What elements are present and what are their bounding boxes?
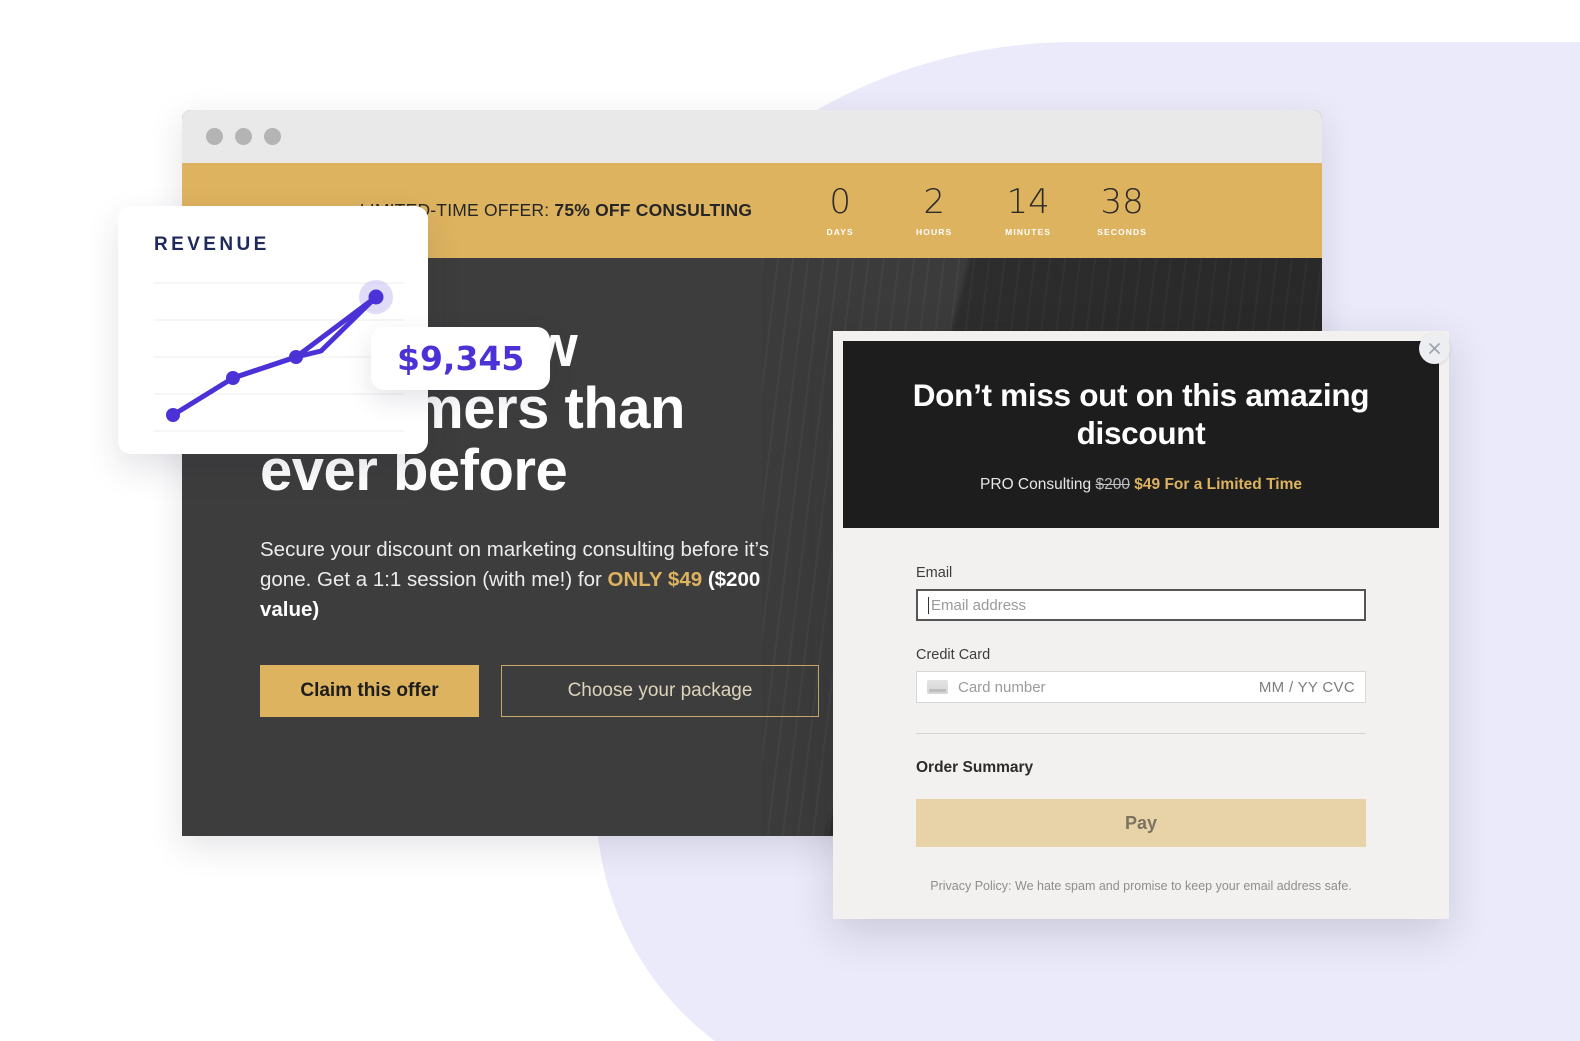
chart-point-4 [368,289,384,305]
page-root: LIMITED-TIME OFFER: 75% OFF CONSULTING 0… [0,0,1580,1041]
modal-old-price: $200 [1095,475,1130,493]
countdown-unit-days: 0 DAYS [818,185,862,237]
countdown-hours-value: 2 [923,181,945,222]
claim-offer-button[interactable]: Claim this offer [260,665,479,717]
order-summary-label: Order Summary [916,759,1034,776]
modal-new-price: $49 For a Limited Time [1134,475,1302,493]
card-number-placeholder: Card number [958,678,1046,696]
card-number-group: Card number [927,679,1046,696]
chart-point-1 [166,408,180,422]
modal-product-name: PRO Consulting [980,475,1096,493]
countdown-timer: 0 DAYS 2 HOURS 14 MINUTES 38 SECONDS [818,181,1148,237]
email-field-label: Email [916,565,953,581]
discount-modal: Don’t miss out on this amazing discount … [833,331,1450,919]
countdown-seconds-label: SECONDS [1097,226,1148,237]
pay-button[interactable]: Pay [916,799,1366,847]
countdown-days-label: DAYS [826,226,854,237]
hero-cta-row: Claim this offer Choose your package [260,665,822,717]
countdown-unit-hours: 2 HOURS [912,185,956,237]
form-divider [916,733,1366,734]
modal-header: Don’t miss out on this amazing discount … [843,333,1450,528]
hero-subheadline: Secure your discount on marketing consul… [260,535,805,625]
privacy-policy-text: Privacy Policy: We hate spam and promise… [930,879,1352,893]
revenue-line-chart [154,280,404,432]
form-spacer [916,621,1366,647]
credit-card-input[interactable]: Card number MM / YY CVC [916,671,1366,703]
window-maximize-dot[interactable] [264,128,281,145]
countdown-minutes-value: 14 [1006,181,1050,222]
window-minimize-dot[interactable] [235,128,252,145]
countdown-unit-minutes: 14 MINUTES [1005,181,1052,237]
modal-subtitle: PRO Consulting $200 $49 For a Limited Ti… [980,476,1302,494]
modal-title: Don’t miss out on this amazing discount [912,376,1370,451]
close-x-glyph [1429,343,1440,354]
countdown-days-value: 0 [829,181,851,222]
countdown-unit-seconds: 38 SECONDS [1097,181,1148,237]
email-input[interactable]: Email address [916,589,1366,621]
card-expiry-cvc-placeholder: MM / YY CVC [1258,678,1355,696]
browser-title-bar [182,110,1322,163]
chart-point-2 [226,371,240,385]
text-cursor [928,596,929,614]
hero-sub-price: ONLY $49 [607,568,703,591]
close-icon[interactable] [1419,333,1450,364]
revenue-value-tooltip: $9,345 [371,327,551,390]
modal-form: Email Email address Credit Card Card num… [843,528,1439,893]
countdown-seconds-value: 38 [1100,181,1144,222]
email-input-placeholder: Email address [931,596,1027,614]
credit-card-field-label: Credit Card [916,647,991,663]
credit-card-icon [927,680,948,694]
window-close-dot[interactable] [206,128,223,145]
chart-point-3 [289,350,303,364]
countdown-hours-label: HOURS [916,226,953,237]
chart-line [170,294,379,418]
countdown-minutes-label: MINUTES [1005,226,1052,237]
choose-package-button[interactable]: Choose your package [501,665,819,717]
chart-line-segment-mid [230,294,379,381]
revenue-card-title: REVENUE [154,234,270,255]
offer-bar-highlight: 75% OFF CONSULTING [554,200,753,220]
